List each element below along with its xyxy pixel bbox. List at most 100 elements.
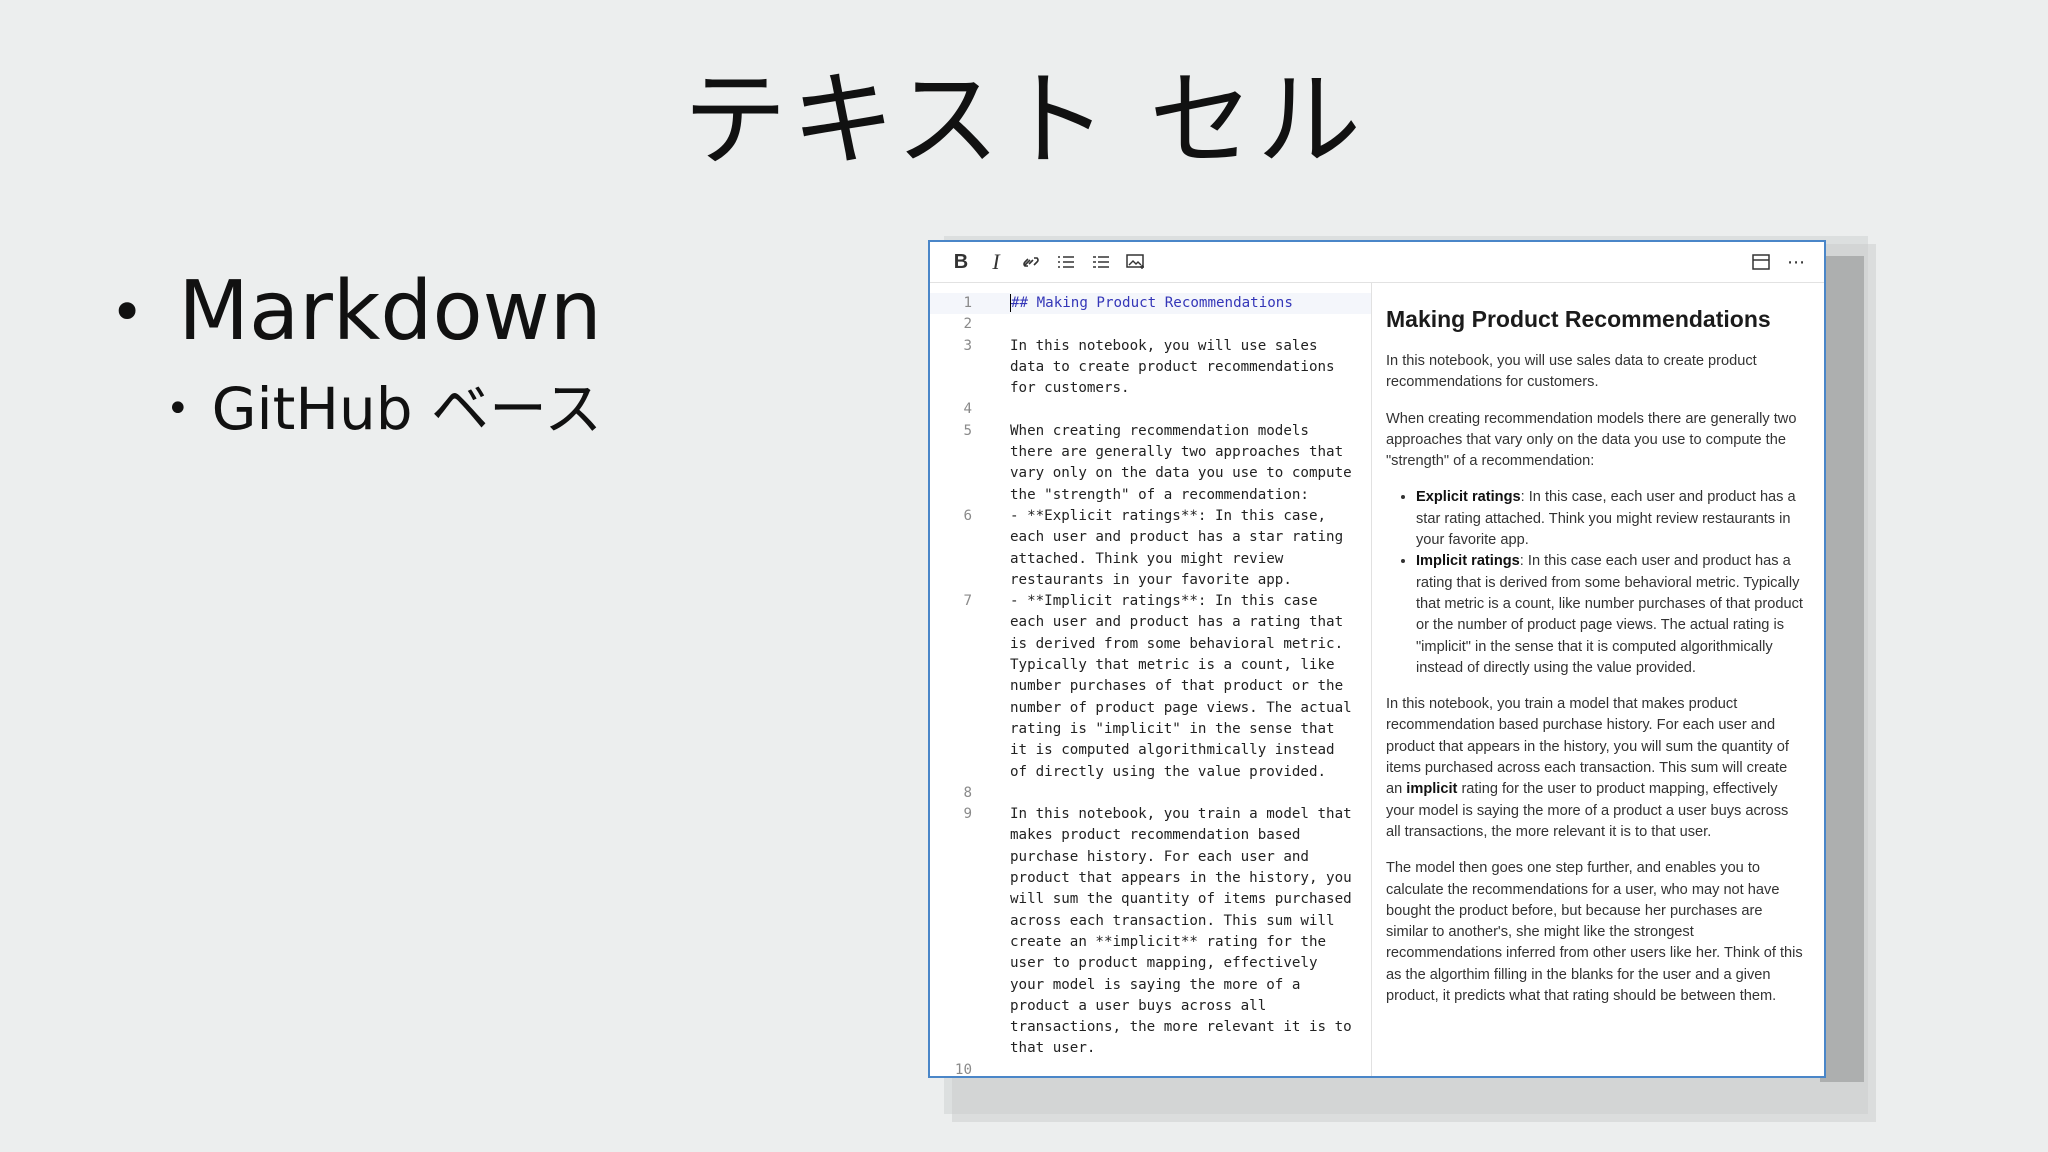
layout-toggle-icon[interactable] xyxy=(1744,247,1778,277)
code-text: that user. xyxy=(1010,1040,1096,1057)
editor-line[interactable]: rating is "implicit" in the sense that xyxy=(930,719,1371,740)
code-text: each user and product has a rating that xyxy=(1010,614,1344,631)
code-text: When creating recommendation models xyxy=(1010,422,1309,439)
editor-line[interactable]: Typically that metric is a count, like xyxy=(930,655,1371,676)
line-number xyxy=(930,932,972,953)
code-text: product that appears in the history, you xyxy=(1010,870,1352,887)
editor-line[interactable]: number of product page views. The actual xyxy=(930,698,1371,719)
line-number xyxy=(930,527,972,548)
text-cursor xyxy=(1010,294,1011,312)
code-text: In this notebook, you train a model that xyxy=(1010,806,1352,823)
bullet-dot: • xyxy=(110,278,145,346)
code-text: user to product mapping, effectively xyxy=(1010,955,1318,972)
markdown-text-cell[interactable]: B I ⋯ 1 ## Making Product Recommendations… xyxy=(928,240,1826,1078)
code-text: for customers. xyxy=(1010,380,1130,397)
link-icon[interactable] xyxy=(1014,247,1048,277)
line-number: 6 xyxy=(963,507,972,524)
editor-line[interactable]: vary only on the data you use to compute xyxy=(930,463,1371,484)
editor-line[interactable]: purchase history. For each user and xyxy=(930,847,1371,868)
bulleted-list-icon[interactable] xyxy=(1049,247,1083,277)
editor-line[interactable]: of directly using the value provided. xyxy=(930,762,1371,783)
editor-line[interactable]: it is computed algorithmically instead xyxy=(930,740,1371,761)
editor-line[interactable]: makes product recommendation based xyxy=(930,825,1371,846)
line-number xyxy=(930,1038,972,1059)
code-text: transactions, the more relevant it is to xyxy=(1010,1019,1352,1036)
line-number xyxy=(930,485,972,506)
editor-line[interactable]: for customers. xyxy=(930,378,1371,399)
code-text: create an **implicit** rating for the xyxy=(1010,933,1327,950)
line-number xyxy=(930,463,972,484)
editor-line[interactable]: that user. xyxy=(930,1038,1371,1059)
line-number xyxy=(930,762,972,783)
line-number xyxy=(930,825,972,846)
code-text: - **Implicit ratings**: In this case xyxy=(1010,593,1318,610)
code-text: each user and product has a star rating xyxy=(1010,529,1344,546)
line-number xyxy=(930,868,972,889)
more-options-icon[interactable]: ⋯ xyxy=(1779,247,1813,277)
line-number xyxy=(930,719,972,740)
editor-line[interactable]: the "strength" of a recommendation: xyxy=(930,485,1371,506)
editor-line[interactable]: number purchases of that product or the xyxy=(930,676,1371,697)
editor-line[interactable]: 4 xyxy=(930,399,1371,420)
line-number xyxy=(930,1017,972,1038)
editor-line[interactable]: across each transaction. This sum will xyxy=(930,911,1371,932)
editor-line[interactable]: your model is saying the more of a xyxy=(930,975,1371,996)
editor-line[interactable]: each user and product has a rating that xyxy=(930,612,1371,633)
editor-line[interactable]: 8 xyxy=(930,783,1371,804)
editor-line[interactable]: each user and product has a star rating xyxy=(930,527,1371,548)
code-text: your model is saying the more of a xyxy=(1010,976,1301,993)
markdown-editor-pane[interactable]: 1 ## Making Product Recommendations 2 3 In t… xyxy=(930,283,1372,1078)
editor-line[interactable]: 6 - **Explicit ratings**: In this case, xyxy=(930,506,1371,527)
code-text: restaurants in your favorite app. xyxy=(1010,571,1292,588)
editor-line[interactable]: 7 - **Implicit ratings**: In this case xyxy=(930,591,1371,612)
editor-line[interactable]: user to product mapping, effectively xyxy=(930,953,1371,974)
bold-button[interactable]: B xyxy=(944,247,978,277)
preview-list-item: Implicit ratings: In this case each user… xyxy=(1416,551,1806,679)
line-number: 1 xyxy=(963,295,972,311)
code-text: vary only on the data you use to compute xyxy=(1010,465,1352,482)
bullet-markdown: • Markdown xyxy=(110,262,602,362)
editor-line[interactable]: 1 ## Making Product Recommendations xyxy=(930,293,1371,315)
line-number: 7 xyxy=(963,593,972,610)
code-text: attached. Think you might review xyxy=(1010,550,1284,567)
code-text: - **Explicit ratings**: In this case, xyxy=(1010,507,1327,524)
code-text: ## Making Product Recommendations xyxy=(1010,294,1293,312)
editor-line[interactable]: product a user buys across all xyxy=(930,996,1371,1017)
editor-line[interactable]: restaurants in your favorite app. xyxy=(930,570,1371,591)
editor-line[interactable]: create an **implicit** rating for the xyxy=(930,932,1371,953)
editor-line[interactable]: 5 When creating recommendation models xyxy=(930,421,1371,442)
numbered-list-icon[interactable] xyxy=(1084,247,1118,277)
line-number xyxy=(930,549,972,570)
editor-line[interactable]: transactions, the more relevant it is to xyxy=(930,1017,1371,1038)
preview-paragraph: The model then goes one step further, an… xyxy=(1386,860,1803,1005)
bullet-dot: • xyxy=(166,386,190,432)
line-number xyxy=(930,740,972,761)
editor-line[interactable]: 9 In this notebook, you train a model tha… xyxy=(930,804,1371,825)
editor-line[interactable]: attached. Think you might review xyxy=(930,549,1371,570)
preview-paragraph: When creating recommendation models ther… xyxy=(1386,410,1797,470)
editor-line[interactable]: there are generally two approaches that xyxy=(930,442,1371,463)
code-text: data to create product recommendations xyxy=(1010,358,1335,375)
code-text: product a user buys across all xyxy=(1010,997,1267,1014)
bullet-github-based: • GitHub ベース xyxy=(166,374,602,444)
editor-line[interactable]: 2 xyxy=(930,314,1371,335)
code-text: the "strength" of a recommendation: xyxy=(1010,486,1309,503)
screenshot-shadow-edge xyxy=(1820,256,1864,1082)
insert-image-icon[interactable] xyxy=(1119,247,1153,277)
editor-line[interactable]: data to create product recommendations xyxy=(930,357,1371,378)
line-number: 9 xyxy=(963,806,972,823)
editor-line[interactable]: is derived from some behavioral metric. xyxy=(930,634,1371,655)
italic-button[interactable]: I xyxy=(979,247,1013,277)
preview-paragraph: In this notebook, you will use sales dat… xyxy=(1386,353,1757,391)
cell-toolbar: B I ⋯ xyxy=(930,242,1824,283)
editor-line[interactable]: will sum the quantity of items purchased xyxy=(930,889,1371,910)
preview-list: Explicit ratings: In this case, each use… xyxy=(1386,487,1806,679)
line-number: 8 xyxy=(963,784,972,801)
editor-line[interactable]: 3 In this notebook, you will use sales xyxy=(930,336,1371,357)
editor-line[interactable]: 10 xyxy=(930,1060,1371,1078)
line-number xyxy=(930,847,972,868)
line-number xyxy=(930,378,972,399)
editor-line[interactable]: product that appears in the history, you xyxy=(930,868,1371,889)
line-number: 10 xyxy=(954,1061,972,1078)
bullet-list: • Markdown • GitHub ベース xyxy=(110,262,602,444)
